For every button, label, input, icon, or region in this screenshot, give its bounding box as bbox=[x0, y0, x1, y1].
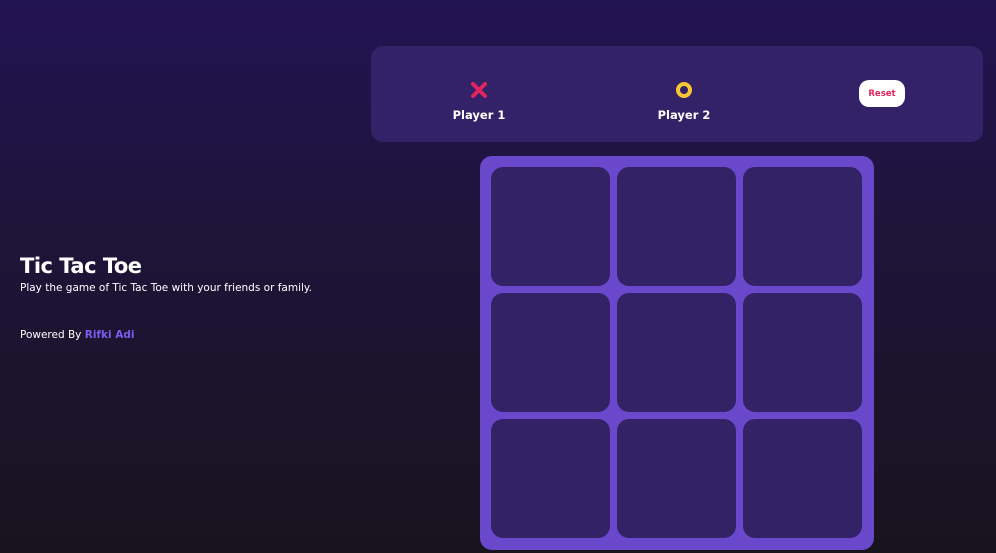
powered-by-credit: Powered By Rifki Adi bbox=[20, 329, 360, 341]
player-1-name: Player 1 bbox=[452, 108, 506, 122]
powered-by-label: Powered By bbox=[20, 329, 85, 341]
board-cell-1[interactable] bbox=[491, 167, 610, 286]
board-cell-6[interactable] bbox=[743, 293, 862, 412]
player-2-name: Player 2 bbox=[657, 108, 711, 122]
reset-button[interactable]: Reset bbox=[859, 80, 905, 107]
board-cell-7[interactable] bbox=[491, 419, 610, 538]
page-title: Tic Tac Toe bbox=[20, 254, 142, 278]
page-subtitle: Play the game of Tic Tac Toe with your f… bbox=[20, 282, 312, 294]
player-2-indicator: Player 2 bbox=[624, 80, 744, 123]
board-cell-5[interactable] bbox=[617, 293, 736, 412]
board-cell-9[interactable] bbox=[743, 419, 862, 538]
players-panel: Player 1 Player 2 Reset bbox=[371, 46, 983, 142]
board-cell-4[interactable] bbox=[491, 293, 610, 412]
intro-section: Tic Tac Toe Play the game of Tic Tac Toe… bbox=[20, 254, 360, 341]
board-cell-8[interactable] bbox=[617, 419, 736, 538]
board-cell-2[interactable] bbox=[617, 167, 736, 286]
board-cell-3[interactable] bbox=[743, 167, 862, 286]
x-mark-icon bbox=[471, 82, 487, 98]
game-board bbox=[480, 156, 874, 550]
author-link[interactable]: Rifki Adi bbox=[85, 329, 135, 341]
player-1-indicator: Player 1 bbox=[419, 80, 539, 123]
o-mark-icon bbox=[676, 82, 692, 98]
